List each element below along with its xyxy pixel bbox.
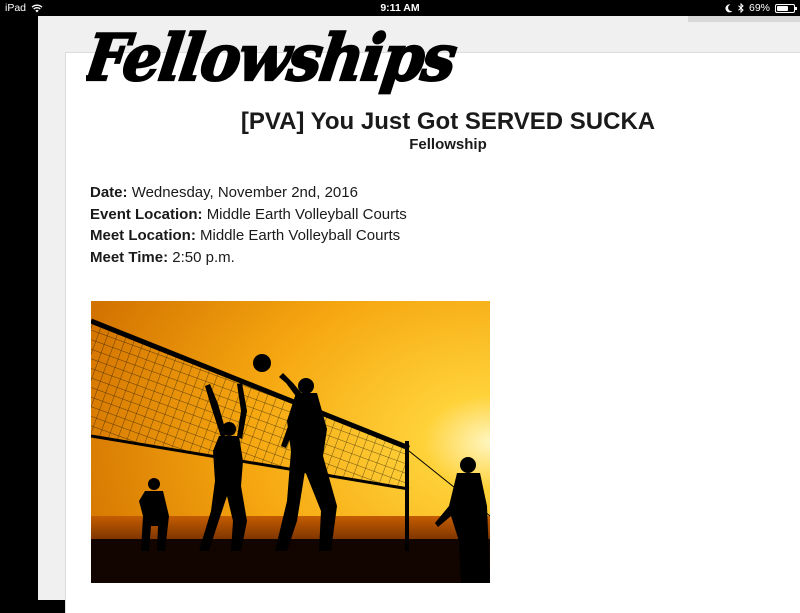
top-right-gray-bar (688, 16, 800, 22)
status-right: 69% (725, 2, 797, 14)
beach-sand (91, 539, 490, 583)
event-location-label: Event Location: (90, 205, 203, 223)
battery-tip (795, 6, 797, 10)
left-black-bar (0, 16, 38, 600)
date-row: Date: Wednesday, November 2nd, 2016 (90, 182, 407, 204)
meet-location-row: Meet Location: Middle Earth Volleyball C… (90, 225, 407, 247)
moon-icon (725, 3, 733, 12)
meet-time-row: Meet Time: 2:50 p.m. (90, 247, 407, 269)
status-bar: iPad 9:11 AM 69% (0, 0, 800, 16)
battery-icon (775, 3, 797, 13)
meet-location-value: Middle Earth Volleyball Courts (200, 227, 401, 245)
event-location-row: Event Location: Middle Earth Volleyball … (90, 204, 407, 226)
event-details: Date: Wednesday, November 2nd, 2016 Even… (90, 182, 407, 269)
status-time: 9:11 AM (380, 2, 420, 14)
fellowships-logo[interactable]: Fellowships (86, 18, 466, 102)
meet-time-label: Meet Time: (90, 249, 169, 267)
event-location-value: Middle Earth Volleyball Courts (206, 205, 407, 223)
date-value: Wednesday, November 2nd, 2016 (131, 184, 358, 201)
bluetooth-icon (738, 3, 744, 13)
volleyball-sunset-photo (91, 301, 490, 583)
meet-location-label: Meet Location: (90, 227, 196, 245)
date-label: Date: (90, 184, 128, 201)
event-title: [PVA] You Just Got SERVED SUCKA (240, 108, 656, 135)
event-subtitle: Fellowship (409, 136, 487, 153)
volleyball (253, 354, 271, 372)
volleyball-sunset-illustration (91, 301, 490, 583)
battery-fill (777, 5, 788, 11)
meet-time-value: 2:50 p.m. (172, 249, 235, 267)
battery-percent: 69% (748, 2, 770, 14)
logo-text: Fellowships (86, 21, 460, 96)
